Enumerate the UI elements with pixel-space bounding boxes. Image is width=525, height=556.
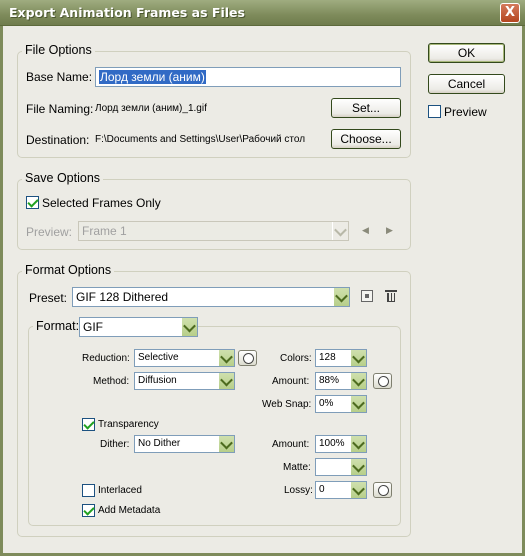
base-name-input[interactable]: Лорд земли (аним) — [95, 67, 401, 87]
lossy-value: 0 — [319, 484, 325, 495]
colors-label: Colors: — [280, 353, 312, 364]
preview-frame-label: Preview: — [26, 225, 73, 239]
chevron-down-icon — [350, 482, 366, 498]
add-metadata-label: Add Metadata — [98, 505, 161, 516]
amount-mask-button[interactable] — [373, 373, 392, 389]
colors-select[interactable]: 128 — [315, 349, 367, 367]
chevron-down-icon — [333, 288, 349, 306]
amount-label: Amount: — [272, 376, 310, 387]
preview-checkbox-label: Preview — [444, 105, 487, 119]
dither-amount-select[interactable]: 100% — [315, 435, 367, 453]
preset-value: GIF 128 Dithered — [76, 290, 169, 304]
web-snap-label: Web Snap: — [262, 399, 312, 410]
chevron-down-icon — [350, 436, 366, 452]
window-title: Export Animation Frames as Files — [9, 5, 245, 20]
chevron-down-icon — [350, 396, 366, 412]
chevron-down-icon — [332, 222, 348, 240]
file-naming-label: File Naming: — [26, 102, 94, 116]
save-preset-icon[interactable] — [361, 290, 373, 302]
lossy-label: Lossy: — [284, 485, 313, 496]
lossy-mask-button[interactable] — [373, 482, 392, 498]
destination-value: F:\Documents and Settings\User\Рабочий с… — [95, 134, 306, 145]
file-options-legend: File Options — [22, 43, 95, 57]
choose-button[interactable]: Choose... — [331, 129, 401, 149]
web-snap-value: 0% — [319, 398, 334, 409]
reduction-mask-button[interactable] — [238, 350, 257, 366]
reduction-label: Reduction: — [82, 353, 130, 364]
base-name-label: Base Name: — [26, 70, 93, 84]
transparency-checkbox[interactable] — [82, 418, 95, 431]
dither-amount-label: Amount: — [272, 439, 310, 450]
add-metadata-checkbox[interactable] — [82, 504, 95, 517]
format-options-legend: Format Options — [22, 263, 115, 277]
format-value: GIF — [83, 320, 103, 334]
preset-label: Preset: — [29, 291, 68, 305]
matte-label: Matte: — [283, 462, 311, 473]
chevron-down-icon — [350, 459, 366, 475]
chevron-down-icon — [181, 318, 197, 336]
matte-select[interactable] — [315, 458, 367, 476]
set-button[interactable]: Set... — [331, 98, 401, 118]
base-name-value: Лорд земли (аним) — [99, 70, 206, 84]
dither-amount-value: 100% — [319, 438, 345, 449]
close-button[interactable]: X — [500, 3, 520, 23]
transparency-label: Transparency — [98, 419, 159, 430]
interlaced-checkbox[interactable] — [82, 484, 95, 497]
reduction-select[interactable]: Selective — [134, 349, 235, 367]
chevron-down-icon — [350, 373, 366, 389]
dither-value: No Dither — [138, 438, 181, 449]
format-select[interactable]: GIF — [79, 317, 198, 337]
next-frame-icon: ▶ — [386, 225, 393, 235]
file-naming-value: Лорд земли (аним)_1.gif — [95, 103, 207, 114]
preview-frame-select: Frame 1 — [78, 221, 349, 241]
save-options-legend: Save Options — [22, 171, 104, 185]
trash-icon[interactable] — [385, 289, 397, 303]
interlaced-label: Interlaced — [98, 485, 142, 496]
reduction-value: Selective — [138, 352, 179, 363]
chevron-down-icon — [218, 350, 234, 366]
chevron-down-icon — [218, 436, 234, 452]
amount-select[interactable]: 88% — [315, 372, 367, 390]
selected-frames-label: Selected Frames Only — [42, 196, 161, 210]
colors-value: 128 — [319, 352, 336, 363]
preview-checkbox[interactable] — [428, 105, 441, 118]
lossy-select[interactable]: 0 — [315, 481, 367, 499]
dither-label: Dither: — [100, 439, 130, 450]
ok-button[interactable]: OK — [428, 43, 505, 63]
previous-frame-icon: ◀ — [362, 225, 369, 235]
method-select[interactable]: Diffusion — [134, 372, 235, 390]
selected-frames-checkbox[interactable] — [26, 196, 39, 209]
chevron-down-icon — [350, 350, 366, 366]
amount-value: 88% — [319, 375, 340, 386]
dither-select[interactable]: No Dither — [134, 435, 235, 453]
method-value: Diffusion — [138, 375, 177, 386]
web-snap-select[interactable]: 0% — [315, 395, 367, 413]
preview-frame-value: Frame 1 — [82, 224, 127, 238]
chevron-down-icon — [218, 373, 234, 389]
preset-select[interactable]: GIF 128 Dithered — [72, 287, 350, 307]
cancel-button[interactable]: Cancel — [428, 74, 505, 94]
destination-label: Destination: — [26, 133, 90, 147]
format-label: Format: — [33, 319, 83, 333]
method-label: Method: — [93, 376, 130, 387]
